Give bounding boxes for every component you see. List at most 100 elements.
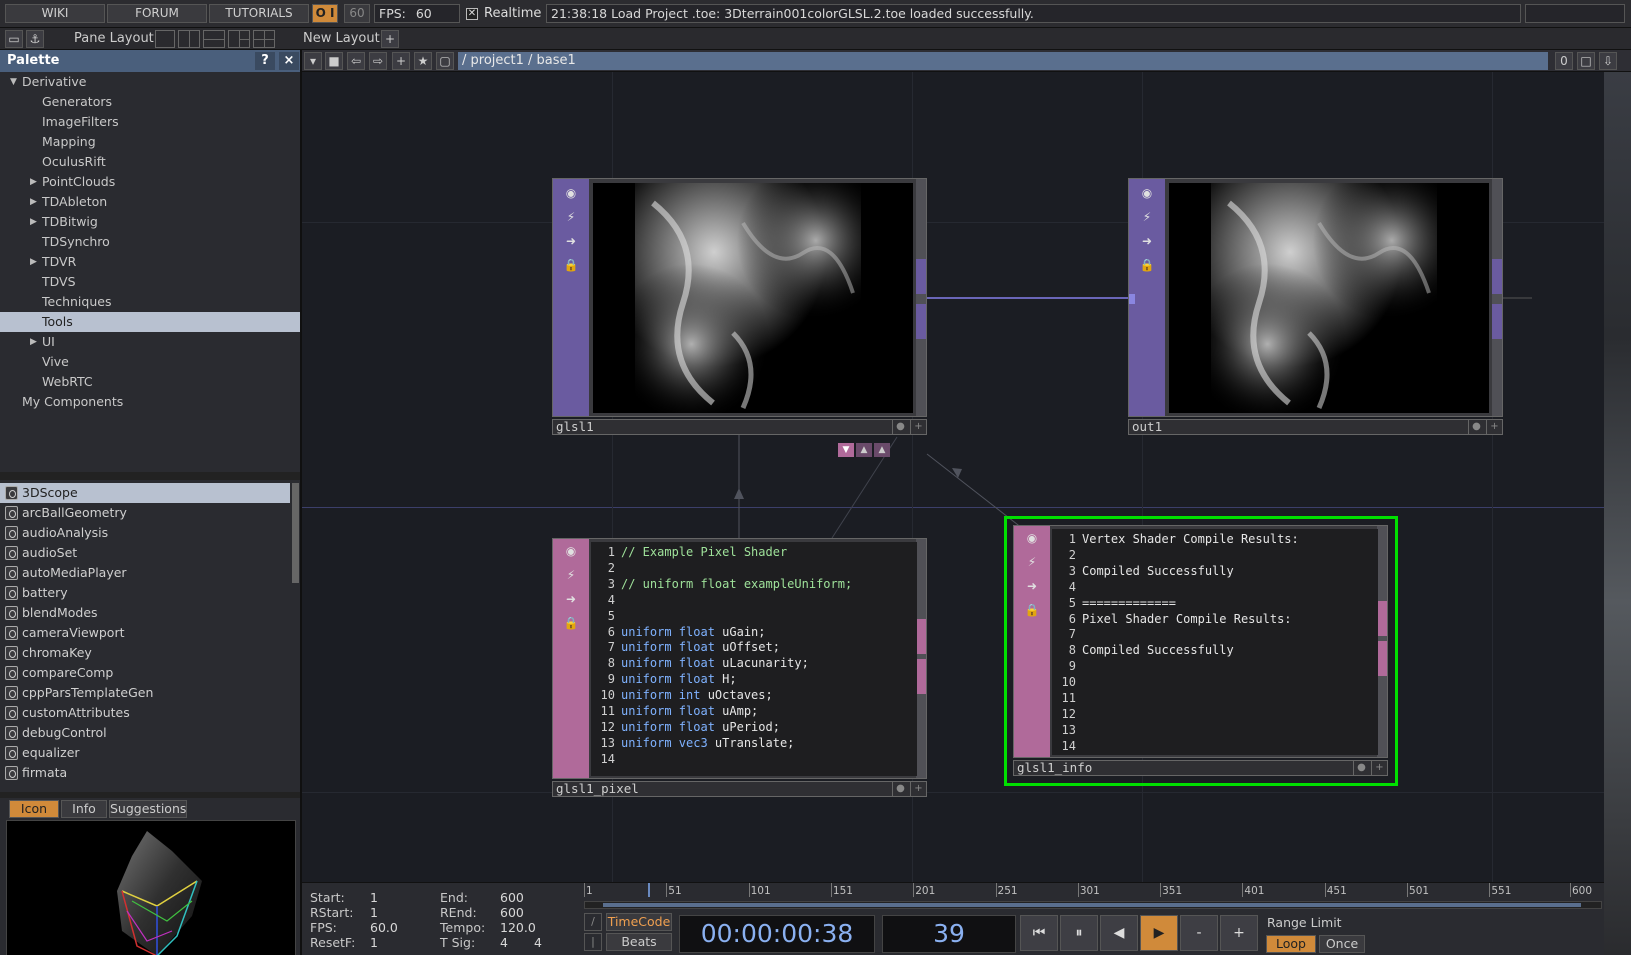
loop-button[interactable]: Loop — [1266, 935, 1316, 953]
component-list-item[interactable]: battery — [0, 583, 290, 603]
bypass-icon[interactable]: ⚡ — [1024, 554, 1040, 570]
node-plus-icon[interactable]: + — [1371, 761, 1387, 775]
palette-tree-item[interactable]: Techniques — [0, 292, 300, 312]
palette-help-button[interactable]: ? — [255, 52, 275, 70]
collapsed-triangle-icon[interactable]: ▶ — [30, 192, 37, 212]
once-button[interactable]: Once — [1319, 935, 1365, 953]
glsl1-info-node[interactable]: ◉ ⚡ ➜ 🔒 1 Vertex Shader Compile Results: 2… — [1004, 516, 1398, 786]
node-viewer-toggle-icon[interactable]: ● — [1353, 761, 1369, 775]
rend-value[interactable]: 600 — [500, 905, 524, 920]
glsl1-pixel-name-label[interactable]: glsl1_pixel ● + — [552, 781, 927, 797]
layout-single-icon[interactable] — [155, 30, 175, 48]
display-icon[interactable]: ➜ — [1139, 233, 1155, 249]
viewer-active-icon[interactable]: ◉ — [563, 185, 579, 201]
new-layout-plus-button[interactable]: + — [381, 30, 399, 48]
star-icon[interactable]: ★ — [414, 52, 432, 70]
timecode-toggle-button[interactable]: TimeCode — [606, 913, 672, 931]
menu-down-icon[interactable]: ▾ — [304, 52, 322, 70]
viewer-active-icon[interactable]: ◉ — [563, 543, 579, 559]
tsig-numerator[interactable]: 4 — [500, 935, 508, 950]
layout-hsplit-icon[interactable] — [203, 30, 225, 48]
palette-tree-item[interactable]: ▶ UI — [0, 332, 300, 352]
collapsed-triangle-icon[interactable]: ▶ — [30, 172, 37, 192]
tutorials-button[interactable]: TUTORIALS — [209, 4, 309, 23]
lock-icon[interactable]: 🔒 — [563, 615, 579, 631]
forum-button[interactable]: FORUM — [107, 4, 207, 23]
timecode-slash-icon[interactable]: / — [584, 913, 602, 931]
play-forward-icon[interactable]: ▶ — [1140, 915, 1178, 951]
display-icon[interactable]: ➜ — [563, 591, 579, 607]
tab-info[interactable]: Info — [61, 800, 107, 818]
component-list-item[interactable]: firmata — [0, 763, 290, 783]
collapsed-triangle-icon[interactable]: ▶ — [30, 252, 37, 272]
expanded-triangle-icon[interactable]: ▼ — [10, 72, 17, 92]
tsig-denominator[interactable]: 4 — [534, 935, 542, 950]
lock-icon[interactable]: 🔒 — [1139, 257, 1155, 273]
palette-tree-item[interactable]: TDSynchro — [0, 232, 300, 252]
node-viewer-toggle-icon[interactable]: ● — [892, 420, 908, 434]
palette-tree-item[interactable]: ImageFilters — [0, 112, 300, 132]
palette-tree-item[interactable]: TDVS — [0, 272, 300, 292]
bypass-icon[interactable]: ⚡ — [563, 567, 579, 583]
component-list-item[interactable]: audioAnalysis — [0, 523, 290, 543]
component-list-scrollbar[interactable] — [292, 483, 299, 583]
component-list-item[interactable]: audioSet — [0, 543, 290, 563]
rewind-to-start-icon[interactable]: ⏮ — [1020, 915, 1058, 951]
layout-quad-icon[interactable] — [253, 30, 275, 48]
end-value[interactable]: 600 — [500, 890, 524, 905]
beats-bar-icon[interactable]: | — [584, 933, 602, 951]
network-path[interactable]: / project1 / base1 — [458, 52, 1548, 70]
docked-info-icon[interactable]: ▲ — [874, 443, 890, 457]
tempo-value[interactable]: 120.0 — [500, 920, 536, 935]
palette-tree-item[interactable]: OculusRift — [0, 152, 300, 172]
display-icon[interactable]: ➜ — [563, 233, 579, 249]
component-list-item[interactable]: customAttributes — [0, 703, 290, 723]
glsl1-info-name-label[interactable]: glsl1_info ● + — [1013, 760, 1388, 776]
step-minus-button[interactable]: - — [1180, 915, 1218, 951]
home-icon[interactable]: + — [392, 52, 410, 70]
new-layout-label[interactable]: New Layout — [303, 31, 380, 46]
node-plus-icon[interactable]: + — [910, 420, 926, 434]
node-plus-icon[interactable]: + — [1486, 420, 1502, 434]
palette-tree-item[interactable]: WebRTC — [0, 372, 300, 392]
beats-toggle-button[interactable]: Beats — [606, 933, 672, 951]
palette-close-button[interactable]: × — [279, 52, 299, 70]
collapsed-triangle-icon[interactable]: ▶ — [30, 332, 37, 352]
layout-vsplit-icon[interactable] — [178, 30, 200, 48]
lock-icon[interactable]: 🔒 — [1024, 602, 1040, 618]
fps-target-field[interactable]: 60 — [344, 4, 370, 23]
playhead-marker[interactable] — [648, 883, 650, 897]
collapsed-triangle-icon[interactable]: ▶ — [30, 212, 37, 232]
glsl1-pixel-node[interactable]: ◉ ⚡ ➜ 🔒 1 // Example Pixel Shader 2 3 // uni… — [552, 538, 927, 800]
palette-tree-item[interactable]: My Components — [0, 392, 300, 412]
node-viewer-toggle-icon[interactable]: ● — [892, 782, 908, 796]
component-list-item[interactable]: chromaKey — [0, 643, 290, 663]
component-list-item[interactable]: cameraViewport — [0, 623, 290, 643]
frame-display[interactable]: 39 — [882, 915, 1016, 953]
viewer-active-icon[interactable]: ◉ — [1024, 530, 1040, 546]
palette-tree-item[interactable]: Generators — [0, 92, 300, 112]
network-editor[interactable]: ◉ ⚡ ➜ 🔒 glsl1 ● + ▼ ▲ ▲ ◉ ⚡ ➜ 🔒 out1 ● +… — [302, 72, 1604, 882]
palette-tree-item[interactable]: ▶ TDAbleton — [0, 192, 300, 212]
pause-icon[interactable]: ⏸ — [1060, 915, 1098, 951]
scroll-down-icon[interactable]: ⇩ — [1599, 52, 1617, 70]
component-list-item[interactable]: blendModes — [0, 603, 290, 623]
palette-tree-item[interactable]: Vive — [0, 352, 300, 372]
image-icon[interactable]: ▭ — [5, 30, 23, 48]
glsl1-name-label[interactable]: glsl1 ● + — [552, 419, 927, 435]
palette-tree-item[interactable]: ▶ TDBitwig — [0, 212, 300, 232]
docked-pixel-icon[interactable]: ▼ — [838, 443, 854, 457]
start-value[interactable]: 1 — [370, 890, 378, 905]
oi-toggle-button[interactable]: O I — [312, 4, 338, 23]
out1-node[interactable]: ◉ ⚡ ➜ 🔒 out1 ● + — [1128, 178, 1503, 438]
anchor-icon[interactable]: ⚓ — [26, 30, 44, 48]
palette-tree-item[interactable]: ▶ TDVR — [0, 252, 300, 272]
palette-tree-item[interactable]: Mapping — [0, 132, 300, 152]
component-list-item[interactable]: autoMediaPlayer — [0, 563, 290, 583]
rstart-value[interactable]: 1 — [370, 905, 378, 920]
timeline-ruler[interactable]: 1 51 101 151 201 251 301 351 401 451 501 551 600 — [582, 883, 1604, 899]
component-list-item[interactable]: compareComp — [0, 663, 290, 683]
tab-icon[interactable]: Icon — [9, 800, 59, 818]
component-list-item[interactable]: cppParsTemplateGen — [0, 683, 290, 703]
realtime-checkbox[interactable]: ✕ — [466, 8, 478, 20]
